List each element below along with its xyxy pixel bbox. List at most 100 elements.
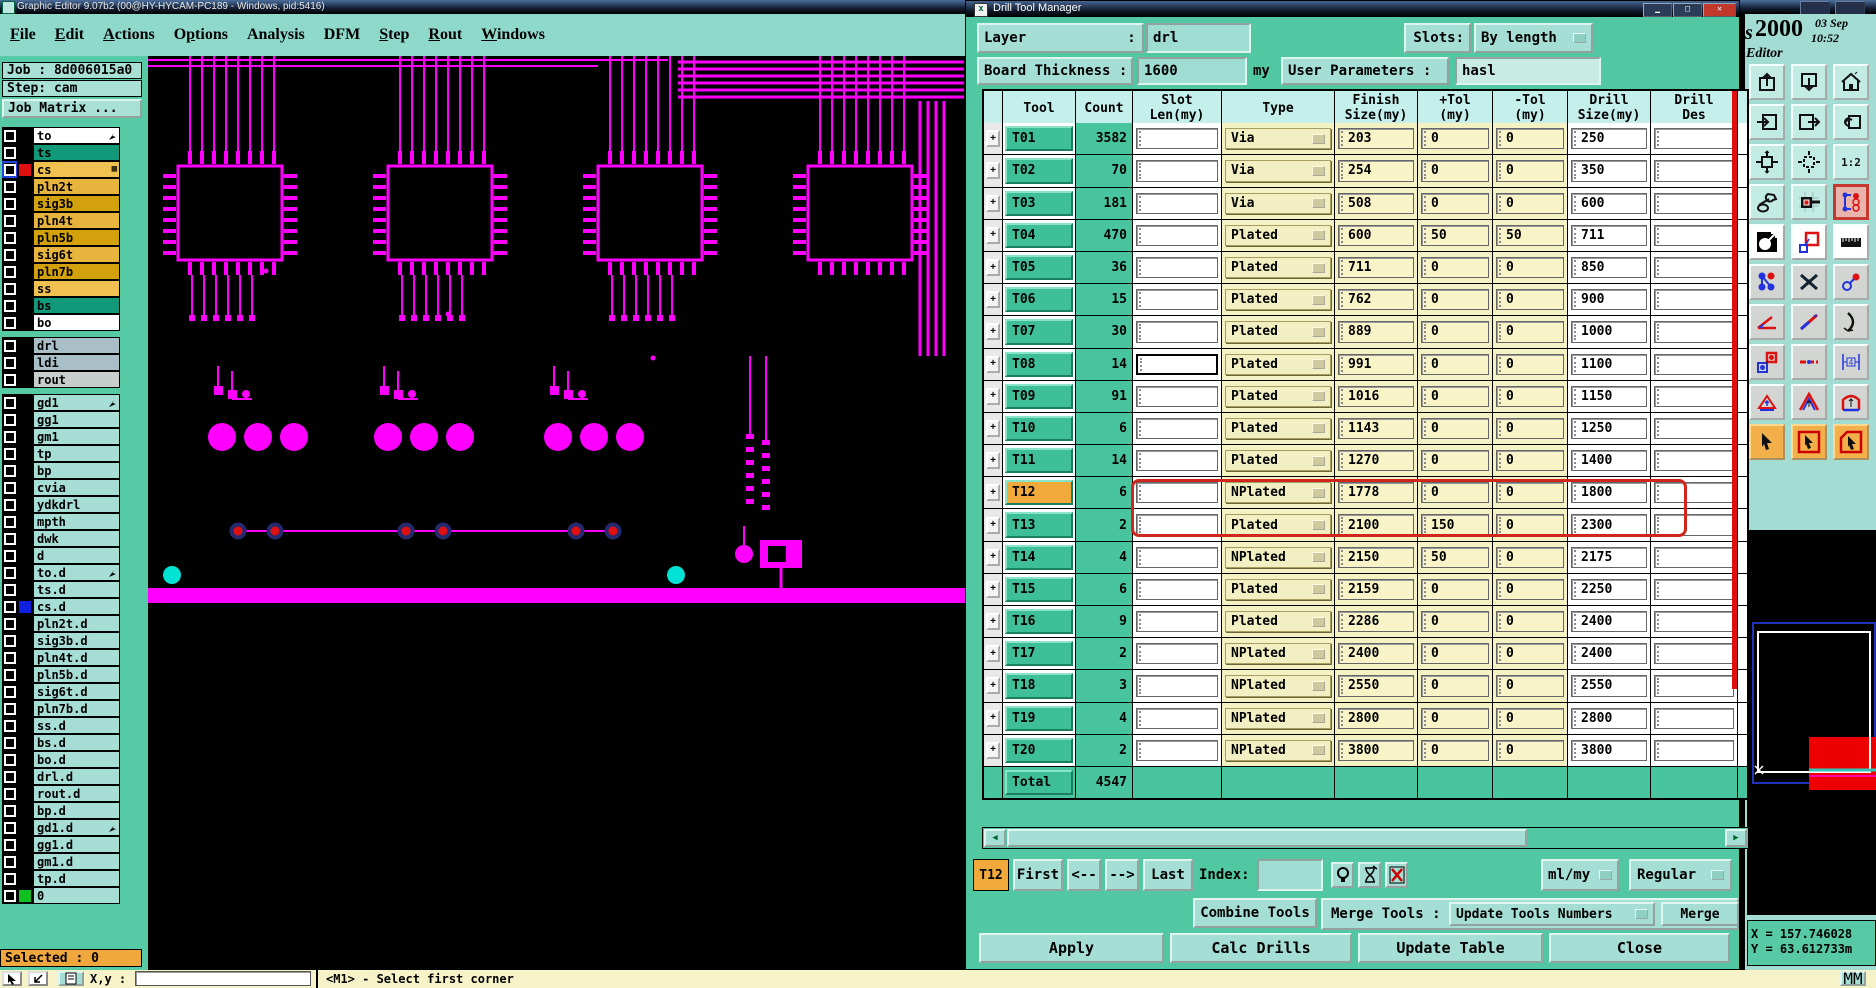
target-origin-icon[interactable] <box>1791 184 1827 220</box>
drill-des-input[interactable] <box>1654 256 1734 279</box>
layer-row-ldi[interactable]: ldi <box>2 354 120 371</box>
tool-button-T06[interactable]: T06 <box>1005 287 1073 313</box>
finish-size-input[interactable]: 711 <box>1338 256 1414 279</box>
paste-up-icon[interactable] <box>1749 64 1785 100</box>
layer-checkbox[interactable] <box>2 836 17 853</box>
layer-checkbox[interactable] <box>2 785 17 802</box>
layer-checkbox[interactable] <box>2 768 17 785</box>
tool-button-T11[interactable]: T11 <box>1005 448 1073 474</box>
type-dropdown[interactable]: Via <box>1225 192 1331 214</box>
layer-name[interactable]: mpth <box>33 513 120 530</box>
layer-checkbox[interactable] <box>2 513 17 530</box>
next-button[interactable]: --> <box>1105 859 1139 891</box>
layer-row-pln2t[interactable]: pln2t <box>2 178 120 195</box>
type-dropdown[interactable]: NPlated <box>1225 707 1331 729</box>
drill-size-input[interactable]: 2400 <box>1571 643 1647 665</box>
tool-button-T04[interactable]: T04 <box>1005 222 1073 248</box>
slot-len-input[interactable] <box>1136 675 1218 697</box>
layer-name[interactable]: pln2t <box>33 178 120 195</box>
layer-checkbox[interactable] <box>2 246 17 263</box>
slot-len-input[interactable] <box>1136 514 1218 536</box>
layer-checkbox[interactable] <box>2 479 17 496</box>
dialog-minimize-button[interactable]: ▁ <box>1643 3 1672 17</box>
layer-name[interactable]: bp.d <box>33 802 120 819</box>
minus-tol-input[interactable]: 0 <box>1496 611 1564 633</box>
layer-name[interactable]: gg1 <box>33 411 120 428</box>
plus-tol-input[interactable]: 0 <box>1421 160 1489 182</box>
drill-des-input[interactable] <box>1654 321 1734 343</box>
layer-name[interactable]: sig3b.d <box>33 632 120 649</box>
slot-len-input[interactable] <box>1136 546 1218 568</box>
layer-checkbox[interactable] <box>2 887 17 904</box>
zoom-center-icon[interactable] <box>1791 144 1827 180</box>
row-expand-icon[interactable]: + <box>986 130 1000 148</box>
minus-tol-input[interactable]: 0 <box>1496 450 1564 472</box>
layer-checkbox[interactable] <box>2 371 17 388</box>
finish-size-input[interactable]: 2550 <box>1338 675 1414 697</box>
triangle-marker-icon[interactable] <box>1749 384 1785 420</box>
slots-dropdown[interactable]: By length <box>1474 23 1593 53</box>
menu-actions[interactable]: Actions <box>103 26 155 44</box>
drill-size-input[interactable]: 1800 <box>1571 482 1647 504</box>
layer-row-gd1.d[interactable]: gd1.d <box>2 819 120 836</box>
maximize-button[interactable] <box>1835 1 1865 15</box>
layer-checkbox[interactable] <box>2 751 17 768</box>
layer-row-cvia[interactable]: cvia <box>2 479 120 496</box>
layer-name[interactable]: sig3b <box>33 195 120 212</box>
layer-name[interactable]: bs <box>33 297 120 314</box>
finish-size-input[interactable]: 2159 <box>1338 578 1414 600</box>
layer-row-ts.d[interactable]: ts.d <box>2 581 120 598</box>
drill-des-input[interactable] <box>1654 675 1734 697</box>
menu-rout[interactable]: Rout <box>428 26 462 44</box>
slot-len-input[interactable] <box>1136 192 1218 214</box>
layer-row-gm1[interactable]: gm1 <box>2 428 120 445</box>
dialog-maximize-button[interactable]: □ <box>1673 3 1702 17</box>
finish-size-input[interactable]: 1778 <box>1338 482 1414 504</box>
layer-checkbox[interactable] <box>2 178 17 195</box>
drill-size-input[interactable]: 850 <box>1571 256 1647 279</box>
tool-button-T09[interactable]: T09 <box>1005 383 1073 409</box>
drill-des-input[interactable] <box>1654 353 1734 375</box>
row-expand-icon[interactable]: + <box>986 162 1000 180</box>
close-button[interactable]: Close <box>1549 933 1730 963</box>
layer-name[interactable]: ydkdrl <box>33 496 120 513</box>
slot-len-input[interactable] <box>1136 353 1218 375</box>
layer-name[interactable]: gd1 <box>33 394 120 411</box>
layer-checkbox[interactable] <box>2 564 17 581</box>
calc-drills-button[interactable]: Calc Drills <box>1170 933 1352 963</box>
finish-size-input[interactable]: 762 <box>1338 289 1414 311</box>
layer-checkbox[interactable] <box>2 530 17 547</box>
slot-len-input[interactable] <box>1136 321 1218 343</box>
layer-row-drl.d[interactable]: drl.d <box>2 768 120 785</box>
layer-name[interactable]: bp <box>33 462 120 479</box>
layer-checkbox[interactable] <box>2 314 17 331</box>
layer-checkbox[interactable] <box>2 428 17 445</box>
slot-len-input[interactable] <box>1136 482 1218 504</box>
tool-button-T20[interactable]: T20 <box>1005 737 1073 763</box>
zoom-1-2-icon[interactable]: 1:2 <box>1833 144 1869 180</box>
finish-size-input[interactable]: 254 <box>1338 160 1414 182</box>
type-dropdown[interactable]: NPlated <box>1225 482 1331 504</box>
apply-button[interactable]: Apply <box>979 933 1164 963</box>
layer-checkbox[interactable] <box>2 700 17 717</box>
drill-size-input[interactable]: 1400 <box>1571 450 1647 472</box>
row-expand-icon[interactable]: + <box>986 194 1000 212</box>
layer-row-bp.d[interactable]: bp.d <box>2 802 120 819</box>
layer-name[interactable]: gm1.d <box>33 853 120 870</box>
row-expand-icon[interactable]: + <box>986 387 1000 405</box>
bulb-icon[interactable] <box>1331 862 1354 888</box>
tool-button-T16[interactable]: T16 <box>1005 609 1073 635</box>
layer-name[interactable]: pln4t <box>33 212 120 229</box>
select-frame-icon[interactable] <box>1791 424 1827 460</box>
drill-size-input[interactable]: 3800 <box>1571 739 1647 761</box>
layer-name[interactable]: sig6t <box>33 246 120 263</box>
minus-tol-input[interactable]: 0 <box>1496 578 1564 600</box>
minus-tol-input[interactable]: 0 <box>1496 160 1564 182</box>
mm-units-button[interactable]: MM <box>1840 969 1866 988</box>
paste-down-icon[interactable] <box>1791 64 1827 100</box>
layer-row-bp[interactable]: bp <box>2 462 120 479</box>
slot-len-input[interactable] <box>1136 160 1218 182</box>
finish-size-input[interactable]: 889 <box>1338 321 1414 343</box>
plus-tol-input[interactable]: 0 <box>1421 289 1489 311</box>
layer-row-rout[interactable]: rout <box>2 371 120 388</box>
